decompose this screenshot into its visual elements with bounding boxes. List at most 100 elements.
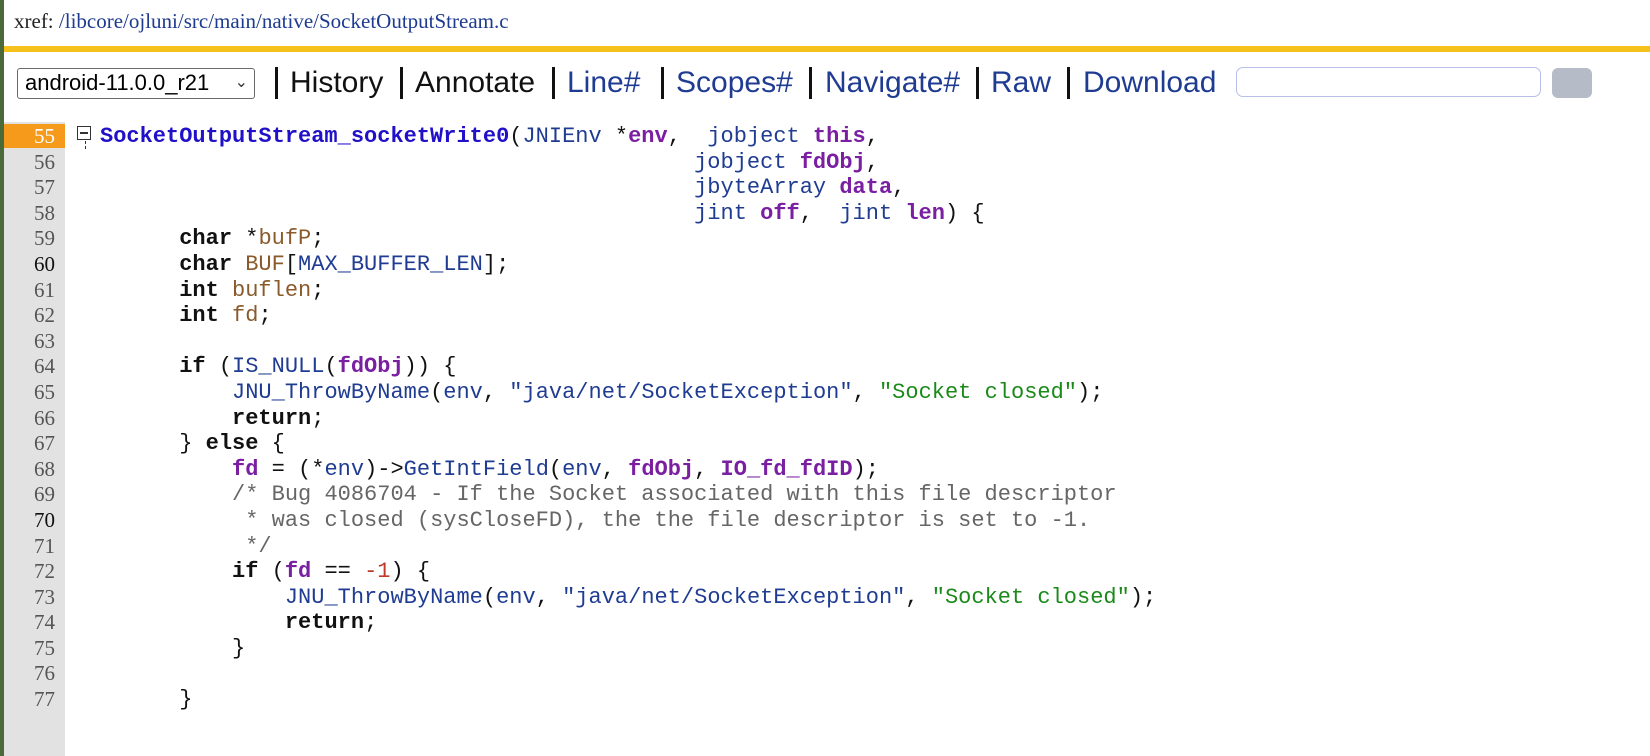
line-number[interactable]: 66 bbox=[4, 406, 55, 432]
code-token[interactable]: fdObj bbox=[338, 354, 404, 379]
annotate-link[interactable]: Annotate bbox=[415, 64, 535, 102]
code-line: 66 return; bbox=[0, 406, 1650, 432]
code-token: , bbox=[482, 379, 510, 405]
line-number[interactable]: 75 bbox=[4, 636, 55, 662]
code-text: jobject fdObj, bbox=[100, 150, 879, 176]
code-text: } else { bbox=[100, 431, 285, 457]
line-number[interactable]: 77 bbox=[4, 687, 55, 713]
code-line: 65 JNU_ThrowByName(env, "java/net/Socket… bbox=[0, 380, 1650, 406]
raw-link[interactable]: Raw bbox=[991, 64, 1051, 102]
line-number[interactable]: 70 bbox=[4, 508, 55, 534]
chevron-down-icon: ⌄ bbox=[234, 74, 248, 91]
collapse-box-icon[interactable] bbox=[77, 126, 91, 149]
code-token: char bbox=[179, 226, 233, 252]
code-text: } bbox=[100, 636, 245, 662]
code-token[interactable]: env bbox=[443, 380, 483, 405]
code-token[interactable]: GetIntField bbox=[404, 457, 549, 482]
code-token: -1 bbox=[364, 559, 391, 585]
code-line: 76 bbox=[0, 661, 1650, 687]
line-number[interactable]: 61 bbox=[4, 278, 55, 304]
search-button[interactable] bbox=[1552, 68, 1592, 98]
code-token[interactable]: this bbox=[813, 124, 866, 149]
code-token[interactable]: env bbox=[628, 124, 668, 149]
code-token[interactable]: env bbox=[324, 457, 364, 482]
line-number[interactable]: 65 bbox=[4, 380, 55, 406]
code-token[interactable]: jbyteArray bbox=[694, 175, 826, 200]
code-token[interactable]: fd bbox=[285, 559, 311, 584]
code-token[interactable]: fd bbox=[232, 457, 258, 482]
code-token: ( bbox=[258, 559, 285, 585]
code-token[interactable]: fdObj bbox=[800, 150, 866, 175]
code-token: if bbox=[232, 559, 259, 585]
code-token: * bbox=[601, 124, 629, 149]
code-token: == bbox=[311, 559, 365, 585]
line-number[interactable]: 60 bbox=[4, 252, 55, 278]
code-token[interactable]: BUF bbox=[245, 252, 285, 277]
code-token[interactable]: fd bbox=[232, 303, 258, 328]
line-number[interactable]: 68 bbox=[4, 457, 55, 483]
code-token[interactable]: "java/net/SocketException" bbox=[562, 585, 905, 610]
code-token[interactable]: IS_NULL bbox=[232, 354, 324, 379]
code-token[interactable]: IO_fd_fdID bbox=[721, 457, 853, 482]
download-link[interactable]: Download bbox=[1083, 64, 1216, 102]
code-token[interactable]: SocketOutputStream_socketWrite0 bbox=[100, 124, 509, 149]
code-token[interactable]: fdObj bbox=[628, 457, 694, 482]
code-line: 77 } bbox=[0, 687, 1650, 713]
code-token[interactable]: len bbox=[905, 201, 945, 226]
code-token[interactable]: jint bbox=[694, 201, 747, 226]
line-number[interactable]: 72 bbox=[4, 559, 55, 585]
line-number[interactable]: 76 bbox=[4, 661, 55, 687]
scopes-link[interactable]: Scopes# bbox=[676, 64, 793, 102]
code-token[interactable]: bufP bbox=[258, 226, 311, 251]
line-number[interactable]: 56 bbox=[4, 150, 55, 176]
code-line: 63 bbox=[0, 329, 1650, 355]
line-number[interactable]: 57 bbox=[4, 175, 55, 201]
line-number[interactable]: 64 bbox=[4, 354, 55, 380]
line-number[interactable]: 63 bbox=[4, 329, 55, 355]
separator bbox=[1067, 67, 1070, 99]
search-input[interactable] bbox=[1236, 67, 1541, 97]
navigate-link[interactable]: Navigate# bbox=[825, 64, 960, 102]
code-token[interactable]: JNIEnv bbox=[522, 124, 601, 149]
code-token[interactable]: buflen bbox=[232, 278, 311, 303]
code-token[interactable]: jint bbox=[839, 201, 892, 226]
line-number[interactable]: 69 bbox=[4, 482, 55, 508]
code-token[interactable]: data bbox=[839, 175, 892, 200]
code-token: return bbox=[284, 610, 365, 636]
line-number[interactable]: 73 bbox=[4, 585, 55, 611]
code-token[interactable]: jobject bbox=[694, 150, 786, 175]
code-text: char BUF[MAX_BUFFER_LEN]; bbox=[100, 252, 509, 278]
code-token[interactable]: env bbox=[496, 585, 536, 610]
line-number[interactable]: 55 bbox=[4, 124, 55, 150]
line-number[interactable]: 67 bbox=[4, 431, 55, 457]
line-number[interactable]: 74 bbox=[4, 610, 55, 636]
line-number[interactable]: 62 bbox=[4, 303, 55, 329]
code-token[interactable]: env bbox=[562, 457, 602, 482]
code-token[interactable]: JNU_ThrowByName bbox=[232, 380, 430, 405]
code-token: , bbox=[865, 149, 879, 175]
code-token[interactable]: off bbox=[760, 201, 800, 226]
line-number[interactable]: 59 bbox=[4, 226, 55, 252]
code-text: * was closed (sysCloseFD), the the file … bbox=[100, 508, 1090, 534]
line-number[interactable]: 71 bbox=[4, 534, 55, 560]
line-numbers-link[interactable]: Line# bbox=[567, 64, 640, 102]
separator bbox=[552, 67, 555, 99]
xref-path[interactable]: /libcore/ojluni/src/main/native/SocketOu… bbox=[59, 9, 509, 33]
line-number[interactable]: 58 bbox=[4, 201, 55, 227]
code-token[interactable]: jobject bbox=[707, 124, 799, 149]
version-select-value: android-11.0.0_r21 bbox=[25, 70, 210, 95]
code-text: if (fd == -1) { bbox=[100, 559, 430, 585]
code-token[interactable]: MAX_BUFFER_LEN bbox=[298, 252, 483, 277]
history-link[interactable]: History bbox=[290, 64, 383, 102]
code-token: } bbox=[100, 687, 193, 713]
version-select[interactable]: android-11.0.0_r21 ⌄ bbox=[17, 68, 255, 99]
code-token: * bbox=[232, 226, 259, 252]
code-token: int bbox=[179, 303, 219, 329]
code-token[interactable]: "java/net/SocketException" bbox=[509, 380, 852, 405]
code-token[interactable]: JNU_ThrowByName bbox=[285, 585, 483, 610]
